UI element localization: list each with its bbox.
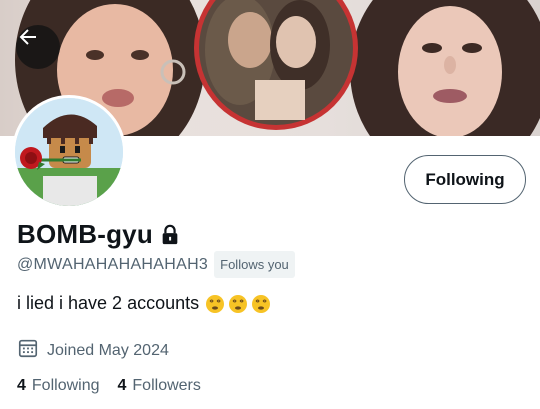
- calendar-icon: [17, 337, 39, 364]
- following-button[interactable]: Following: [404, 155, 526, 204]
- follows-you-badge: Follows you: [214, 251, 295, 278]
- face-with-spiral-eyes-icon: [228, 294, 248, 314]
- joined-date-row: Joined May 2024: [17, 337, 169, 364]
- display-name: BOMB-gyu: [17, 219, 153, 249]
- followers-label: Followers: [132, 377, 201, 394]
- following-label: Following: [31, 377, 100, 394]
- joined-date-text: Joined May 2024: [47, 341, 169, 359]
- following-button-label: Following: [425, 169, 505, 189]
- face-with-spiral-eyes-icon: [205, 294, 225, 314]
- lock-icon: [159, 224, 181, 246]
- followers-count-link[interactable]: 4 Followers: [118, 377, 201, 395]
- handle-row: @MWAHAHAHAHAHAH3 Follows you: [17, 251, 295, 278]
- bio-text: i lied i have 2 accounts: [17, 293, 200, 313]
- following-count: 4: [17, 377, 26, 394]
- profile-name-row: BOMB-gyu: [17, 219, 181, 250]
- user-handle: @MWAHAHAHAHAHAH3: [17, 255, 209, 273]
- face-with-spiral-eyes-icon: [251, 294, 271, 314]
- bio: i lied i have 2 accounts: [17, 293, 274, 314]
- followers-count: 4: [117, 377, 127, 394]
- avatar[interactable]: [12, 95, 126, 209]
- arrow-left-icon: [19, 29, 36, 45]
- back-button[interactable]: [16, 25, 60, 69]
- avatar-image: [15, 98, 123, 206]
- following-count-link[interactable]: 4 Following: [17, 377, 100, 395]
- follow-stats: 4 Following 4 Followers: [17, 377, 201, 395]
